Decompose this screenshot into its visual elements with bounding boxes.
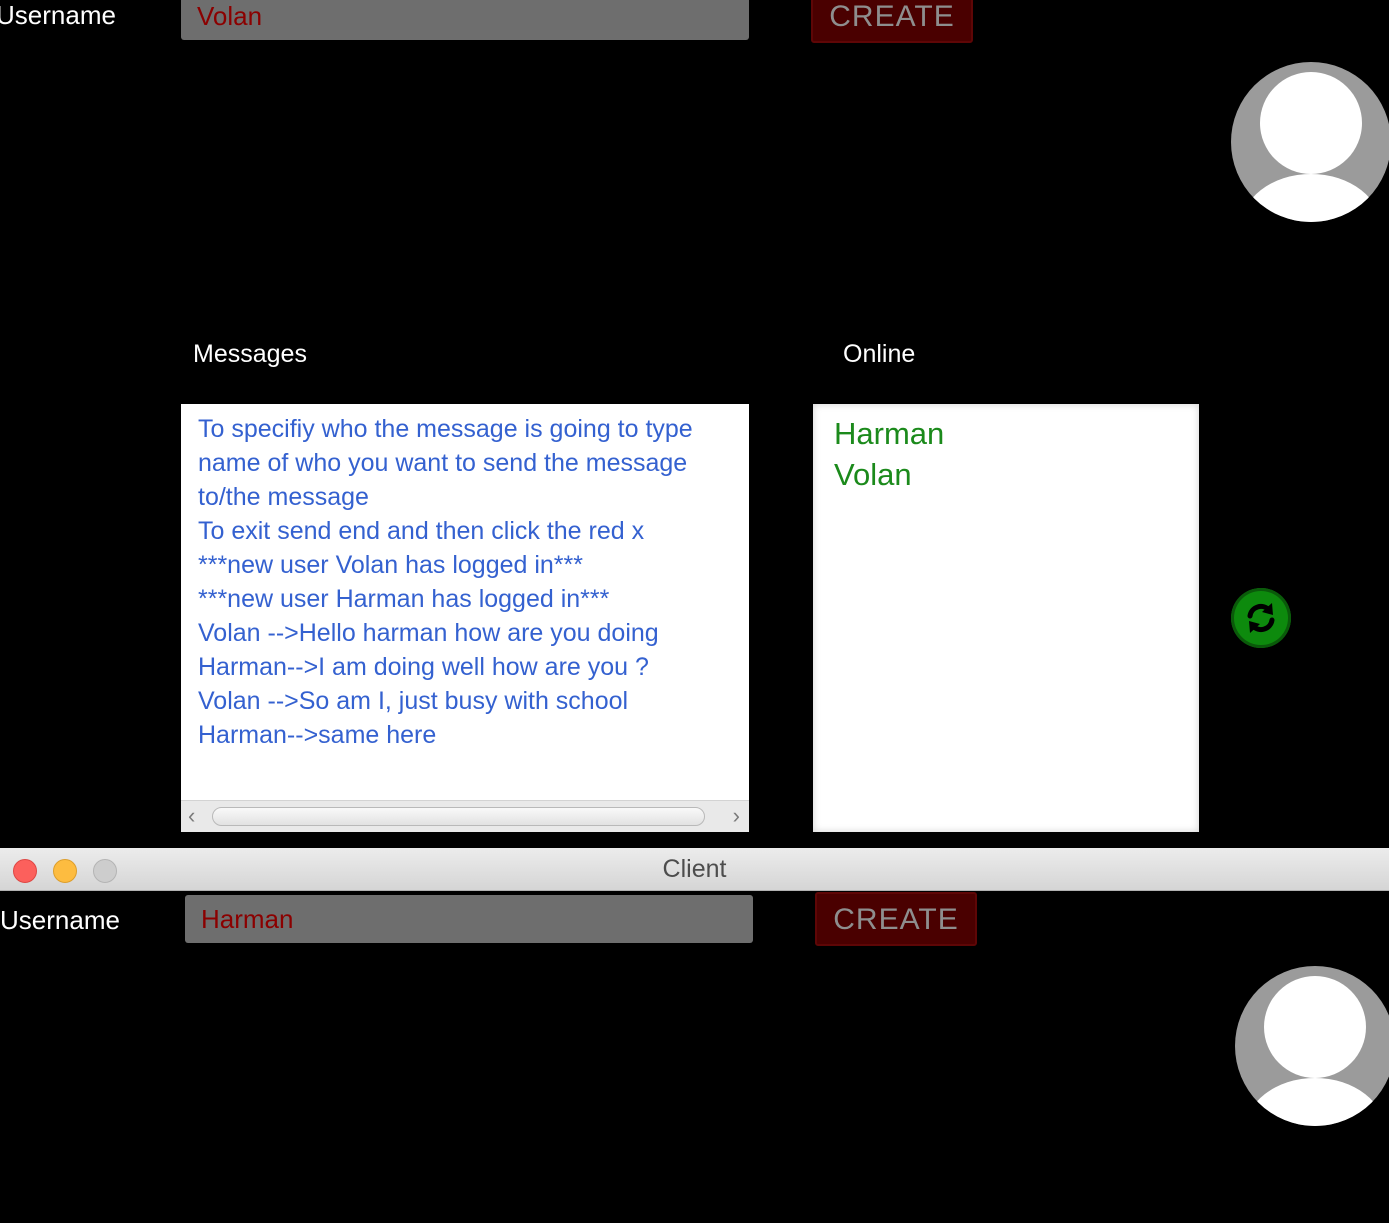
online-users-list[interactable]: Harman Volan <box>813 404 1199 832</box>
window-title: Client <box>662 855 727 883</box>
scroll-left-icon[interactable]: ‹ <box>188 805 195 827</box>
username-input[interactable]: Harman <box>185 895 753 943</box>
scroll-right-icon[interactable]: › <box>733 805 740 827</box>
username-input[interactable]: Volan <box>181 0 749 40</box>
message-line: ***new user Volan has logged in*** <box>198 551 583 579</box>
username-label: Username <box>0 0 116 30</box>
client-window-harman: Client Username Harman CREATE <box>0 848 1389 1223</box>
messages-area[interactable]: To specifiy who the message is going to … <box>181 404 749 832</box>
user-avatar-icon <box>1231 62 1389 222</box>
message-line: name of who you want to send the message <box>198 449 688 477</box>
horizontal-scrollbar[interactable]: ‹ › <box>181 800 749 832</box>
message-line: Volan -->So am I, just busy with school <box>198 687 629 715</box>
username-label: Username <box>0 905 120 935</box>
message-line: Harman-->I am doing well how are you ? <box>198 653 649 681</box>
message-line: ***new user Harman has logged in*** <box>198 585 610 613</box>
online-user-item[interactable]: Harman <box>834 413 944 454</box>
message-line: To exit send end and then click the red … <box>198 517 645 545</box>
create-button[interactable]: CREATE <box>811 0 973 43</box>
messages-log: To specifiy who the message is going to … <box>198 412 749 752</box>
message-line: Volan -->Hello harman how are you doing <box>198 619 659 647</box>
messages-label: Messages <box>193 340 307 368</box>
message-line: Harman-->same here <box>198 721 437 749</box>
online-label: Online <box>843 340 916 368</box>
refresh-icon <box>1247 603 1275 633</box>
online-user-item[interactable]: Volan <box>834 454 944 495</box>
message-line: To specifiy who the message is going to … <box>198 415 693 443</box>
client-window-volan: Username Volan CREATE Messages Online To… <box>0 0 1389 848</box>
create-button[interactable]: CREATE <box>815 892 977 946</box>
scrollbar-thumb[interactable] <box>212 807 705 826</box>
user-avatar-icon <box>1235 966 1389 1126</box>
refresh-button[interactable] <box>1231 588 1291 648</box>
window-titlebar[interactable]: Client <box>0 848 1389 891</box>
message-line: to/the message <box>198 483 369 511</box>
